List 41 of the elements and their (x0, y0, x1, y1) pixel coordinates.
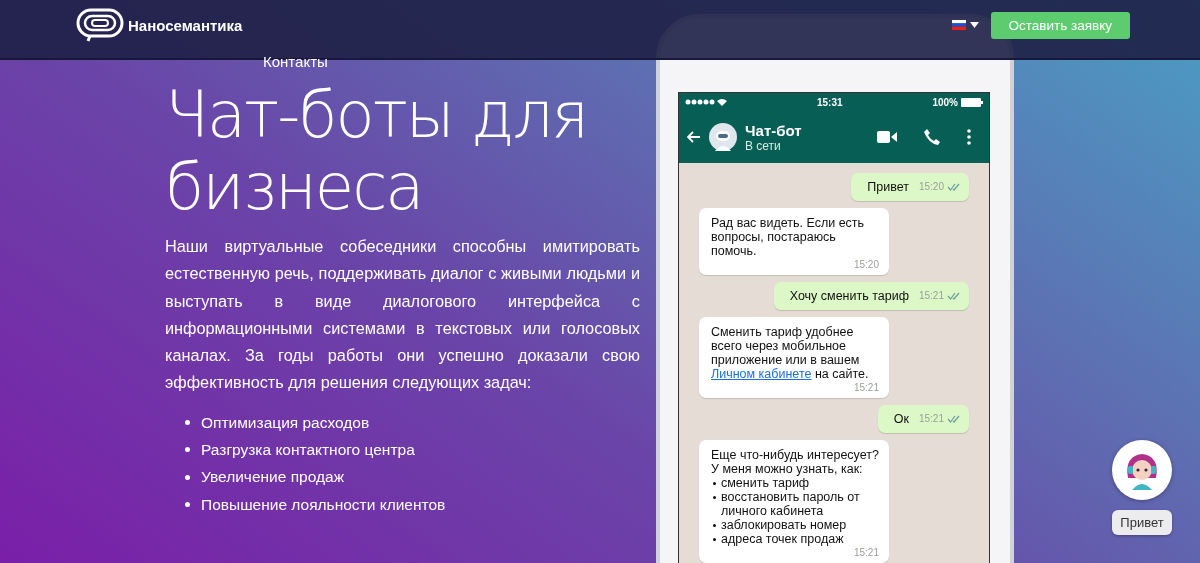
account-link[interactable]: Личном кабинете (711, 367, 812, 381)
hero-title: Чат-боты для бизнеса (165, 79, 589, 223)
language-selector[interactable] (951, 20, 979, 30)
flag-icon (951, 20, 966, 30)
sent-message: Привет 15:20 (851, 173, 969, 201)
benefit-item: Оптимизация расходов (201, 412, 370, 433)
brand-name[interactable]: Наносемантика (128, 16, 243, 34)
back-arrow-icon[interactable] (687, 131, 701, 143)
bullet-icon (185, 419, 190, 425)
status-time: 15:31 (816, 96, 843, 108)
battery-icon (961, 97, 983, 107)
battery-percent: 100% (932, 96, 958, 108)
benefit-item: Повышение лояльности клиентов (201, 494, 446, 515)
bullet-icon (185, 501, 190, 507)
received-message: Сменить тариф удобнее всего через мобильное приложение или в вашем Личном кабинете на сайте. 15:21 (699, 317, 889, 398)
message-time: 15:21 (853, 381, 879, 395)
sent-message: Ок 15:21 (877, 405, 969, 433)
chat-status: В сети (745, 138, 782, 153)
sent-message: Хочу сменить тариф 15:21 (773, 282, 969, 310)
maze-logo-icon (76, 8, 124, 42)
signal-icon (685, 98, 727, 106)
benefit-item: Увеличение продаж (201, 467, 344, 488)
benefit-item: Разгрузка контактного центра (201, 440, 415, 461)
phone-icon[interactable] (923, 128, 941, 146)
message-time: 15:20 (853, 258, 879, 272)
greeting-bubble[interactable]: Привет (1112, 510, 1172, 535)
bullet-icon (185, 474, 190, 480)
hero-description: Наши виртуальные собеседники способны имитировать естественную речь, поддерживать диалог с живыми людьми и выступать в виде диалогового интерфейса с информационными системами в текстовых или голосовых каналах. За годы работы они успешно доказали свою эффективность для решения следующих задач: (165, 236, 640, 394)
video-camera-icon[interactable] (877, 131, 897, 143)
received-message: Рад вас видеть. Если есть вопросы, постараюсь помочь. 15:20 (699, 208, 889, 275)
message-time: 15:21 (853, 546, 879, 560)
assistant-avatar[interactable] (1112, 440, 1172, 500)
caret-icon (969, 22, 979, 28)
bullet-icon (185, 447, 190, 453)
robot-avatar-icon (709, 123, 737, 151)
message-time: 15:21 (918, 289, 944, 303)
message-time: 15:21 (918, 412, 944, 426)
chat-name: Чат-бот (745, 121, 803, 139)
more-menu-icon[interactable] (967, 129, 971, 145)
received-message: Еще что-нибудь интересует? У меня можно узнать, как: сменить тариф восстановить пароль от личного кабинета заблокировать номер адреса точек продаж 15:21 (699, 440, 889, 563)
message-time: 15:20 (918, 180, 944, 194)
